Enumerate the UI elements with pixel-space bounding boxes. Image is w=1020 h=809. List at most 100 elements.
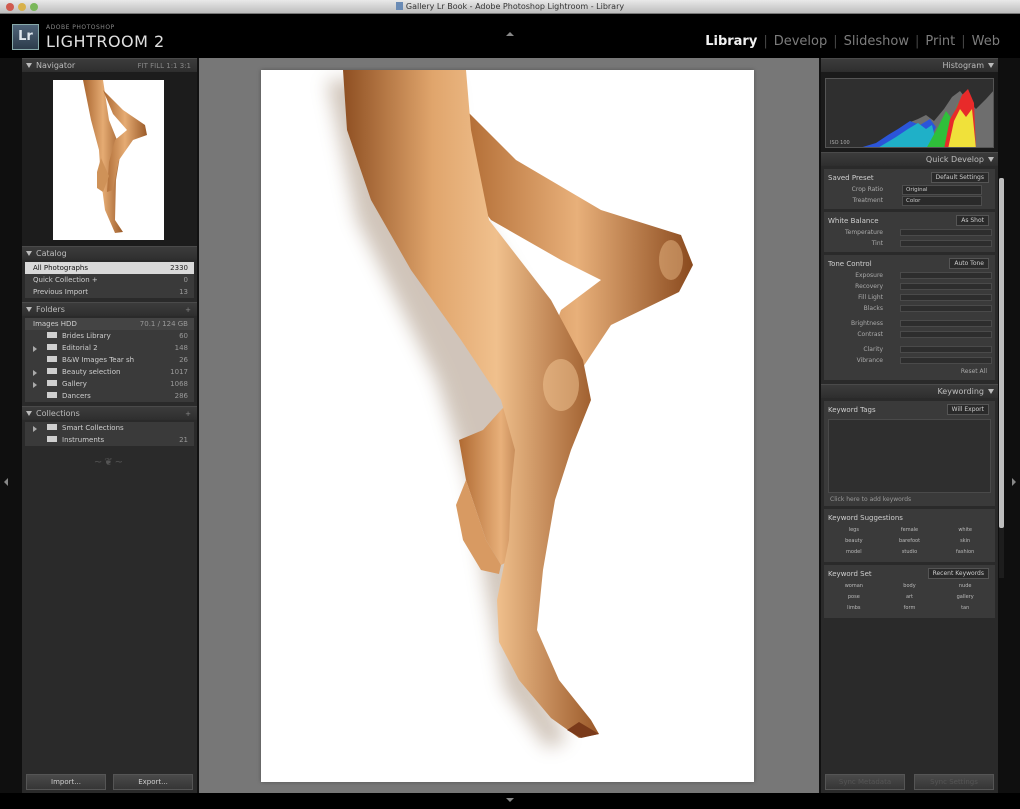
keyword-set-item[interactable]: form [884, 604, 936, 613]
module-library[interactable]: Library [699, 34, 763, 49]
keyword-tags-select[interactable]: Will Export [946, 404, 989, 415]
keyword-suggestion[interactable]: legs [828, 526, 880, 535]
folders-header[interactable]: Folders + [22, 302, 197, 316]
keyword-set-item[interactable]: woman [828, 582, 880, 591]
collapse-triangle-icon[interactable] [26, 251, 32, 256]
keyword-set-item[interactable]: body [884, 582, 936, 591]
expand-triangle-icon[interactable] [33, 382, 37, 388]
recovery-stepper[interactable] [900, 283, 992, 290]
sync-settings-button[interactable]: Sync Settings [914, 773, 994, 790]
collection-item[interactable]: Smart Collections [25, 422, 194, 434]
collections-header[interactable]: Collections + [22, 406, 197, 420]
show-filmstrip-icon[interactable] [506, 798, 514, 802]
module-develop[interactable]: Develop [768, 34, 834, 49]
keyword-set-item[interactable]: limbs [828, 604, 880, 613]
thumbnail-legs-image [83, 80, 147, 233]
keyword-suggestion[interactable]: barefoot [884, 537, 936, 546]
folder-item[interactable]: Gallery 1068 [25, 378, 194, 390]
module-print[interactable]: Print [919, 34, 961, 49]
keyword-suggestion[interactable]: white [939, 526, 991, 535]
tint-stepper[interactable] [900, 240, 992, 247]
module-web[interactable]: Web [966, 34, 1006, 49]
export-button[interactable]: Export... [113, 773, 193, 790]
minimize-window-icon[interactable] [18, 3, 26, 11]
brand-subtitle: ADOBE PHOTOSHOP [46, 24, 115, 31]
keyword-suggestion[interactable]: studio [884, 548, 936, 557]
scrollbar-thumb[interactable] [999, 178, 1004, 528]
reset-all-button[interactable]: Reset All [961, 368, 987, 375]
treatment-select[interactable]: Color [902, 196, 982, 206]
import-button[interactable]: Import... [26, 773, 106, 790]
fill-light-stepper[interactable] [900, 294, 992, 301]
catalog-header[interactable]: Catalog [22, 246, 197, 260]
filmstrip-edge [0, 793, 1020, 809]
collection-item[interactable]: Instruments 21 [25, 434, 194, 446]
hide-left-panel-icon[interactable] [4, 478, 8, 486]
keyword-suggestion[interactable]: female [884, 526, 936, 535]
keyword-set-select[interactable]: Recent Keywords [927, 568, 989, 579]
expand-triangle-icon[interactable] [33, 346, 37, 352]
collapse-triangle-icon[interactable] [26, 307, 32, 312]
white-balance-select[interactable]: As Shot [956, 215, 989, 226]
keyword-suggestion[interactable]: skin [939, 537, 991, 546]
hide-top-panel-icon[interactable] [506, 32, 514, 36]
close-window-icon[interactable] [6, 3, 14, 11]
loupe-view[interactable] [199, 58, 819, 793]
keyword-tags-textarea[interactable] [828, 419, 991, 493]
clarity-stepper[interactable] [900, 346, 992, 353]
hide-right-panel-icon[interactable] [1012, 478, 1016, 486]
zoom-window-icon[interactable] [30, 3, 38, 11]
keyword-suggestion[interactable]: beauty [828, 537, 880, 546]
collapse-triangle-icon[interactable] [26, 411, 32, 416]
catalog-item-quick-collection[interactable]: Quick Collection +0 [25, 274, 194, 286]
window-title-bar: Gallery Lr Book - Adobe Photoshop Lightr… [0, 0, 1020, 14]
keyword-set-item[interactable]: gallery [939, 593, 991, 602]
folder-item[interactable]: Dancers 286 [25, 390, 194, 402]
histogram-graph[interactable]: ISO 100 [825, 78, 994, 148]
expand-triangle-icon[interactable] [33, 426, 37, 432]
folder-item[interactable]: Editorial 2 148 [25, 342, 194, 354]
navigator-zoom-options[interactable]: FIT FILL 1:1 3:1 [138, 59, 191, 73]
right-panel-scrollbar[interactable] [999, 178, 1004, 578]
quick-develop-header[interactable]: Quick Develop [821, 152, 998, 166]
collapse-triangle-icon[interactable] [988, 389, 994, 394]
keyword-suggestion[interactable]: model [828, 548, 880, 557]
keyword-set-grid: woman body nude pose art gallery limbs f… [828, 580, 991, 615]
histogram-header[interactable]: Histogram [821, 58, 998, 72]
exposure-stepper[interactable] [900, 272, 992, 279]
folder-item[interactable]: B&W Images Tear sh 26 [25, 354, 194, 366]
keyword-suggestion[interactable]: fashion [939, 548, 991, 557]
navigator-header[interactable]: Navigator FIT FILL 1:1 3:1 [22, 58, 197, 72]
saved-preset-select[interactable]: Default Settings [930, 172, 989, 183]
add-collection-icon[interactable]: + [185, 407, 191, 421]
window-controls[interactable] [6, 3, 38, 11]
catalog-item-previous-import[interactable]: Previous Import 13 [25, 286, 194, 298]
folder-item[interactable]: Beauty selection 1017 [25, 366, 194, 378]
collapse-triangle-icon[interactable] [26, 63, 32, 68]
keyword-set-item[interactable]: nude [939, 582, 991, 591]
keyword-set-item[interactable]: pose [828, 593, 880, 602]
temperature-stepper[interactable] [900, 229, 992, 236]
crop-ratio-select[interactable]: Original [902, 185, 982, 195]
keyword-set-item[interactable]: tan [939, 604, 991, 613]
add-folder-icon[interactable]: + [185, 303, 191, 317]
collapse-triangle-icon[interactable] [988, 157, 994, 162]
keyword-input-hint[interactable]: Click here to add keywords [828, 493, 991, 503]
collapse-triangle-icon[interactable] [988, 63, 994, 68]
main-photo[interactable] [261, 70, 754, 782]
sync-metadata-button[interactable]: Sync Metadata [825, 773, 905, 790]
keyword-set-item[interactable]: art [884, 593, 936, 602]
keywording-header[interactable]: Keywording [821, 384, 998, 398]
navigator-preview[interactable] [22, 72, 197, 246]
vibrance-stepper[interactable] [900, 357, 992, 364]
folder-item[interactable]: Brides Library 60 [25, 330, 194, 342]
brightness-stepper[interactable] [900, 320, 992, 327]
blacks-stepper[interactable] [900, 305, 992, 312]
expand-triangle-icon[interactable] [33, 370, 37, 376]
contrast-stepper[interactable] [900, 331, 992, 338]
volume-item[interactable]: Images HDD 70.1 / 124 GB [25, 318, 194, 330]
auto-tone-button[interactable]: Auto Tone [949, 258, 989, 269]
catalog-item-all-photographs[interactable]: All Photographs 2330 [25, 262, 194, 274]
navigator-thumbnail[interactable] [53, 80, 164, 240]
module-slideshow[interactable]: Slideshow [838, 34, 915, 49]
